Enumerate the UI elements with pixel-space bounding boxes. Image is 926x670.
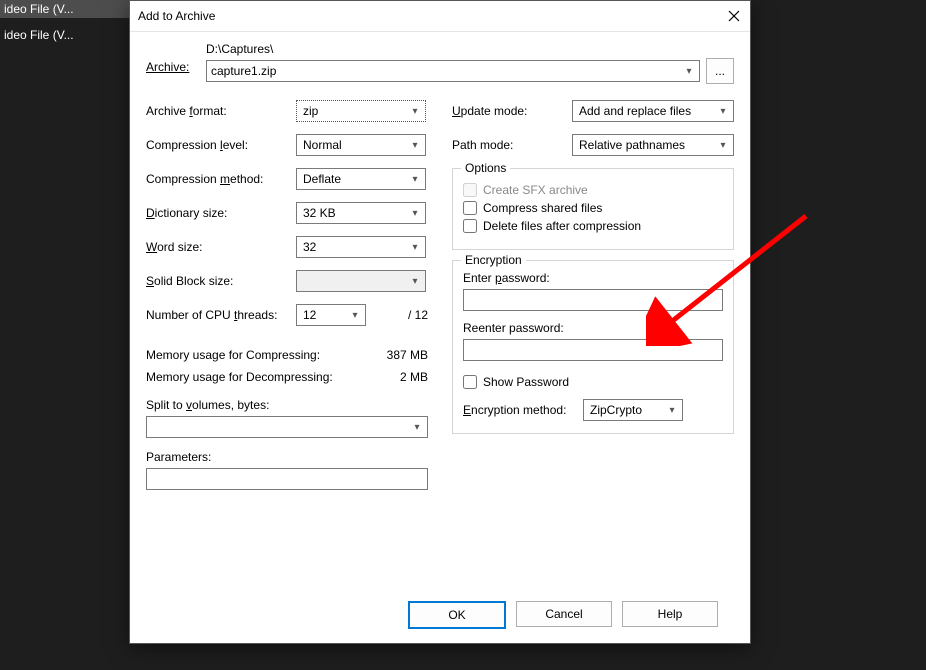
create-sfx-checkbox: [463, 183, 477, 197]
parameters-input[interactable]: [146, 468, 428, 490]
help-button[interactable]: Help: [622, 601, 718, 627]
chevron-down-icon: ▾: [664, 405, 680, 416]
solid-block-size-label: Solid Block size:: [146, 274, 296, 288]
compression-level-label: Compression level:: [146, 138, 296, 152]
encryption-legend: Encryption: [461, 253, 526, 267]
archive-format-select[interactable]: zip ▾: [296, 100, 426, 122]
delete-after-checkbox[interactable]: [463, 219, 477, 233]
chevron-down-icon: ▾: [409, 422, 425, 433]
word-size-label: Word size:: [146, 240, 296, 254]
encryption-method-label: Encryption method:: [463, 403, 583, 417]
compress-shared-checkbox[interactable]: [463, 201, 477, 215]
options-group: Options Create SFX archive Compress shar…: [452, 168, 734, 250]
mem-compress-label: Memory usage for Compressing:: [146, 348, 320, 362]
dialog-title: Add to Archive: [138, 9, 215, 23]
split-volumes-label: Split to volumes, bytes:: [146, 398, 428, 412]
file-name: ideo File (V...: [4, 28, 74, 42]
parameters-label: Parameters:: [146, 450, 428, 464]
archive-label: Archive:: [146, 42, 206, 74]
cpu-threads-select[interactable]: 12 ▾: [296, 304, 366, 326]
browse-button[interactable]: ...: [706, 58, 734, 84]
mem-decompress-value: 2 MB: [400, 370, 428, 384]
solid-block-size-select: ▾: [296, 270, 426, 292]
path-mode-label: Path mode:: [452, 138, 572, 152]
compression-level-select[interactable]: Normal ▾: [296, 134, 426, 156]
chevron-down-icon: ▾: [715, 106, 731, 117]
archive-format-label: Archive format:: [146, 104, 296, 118]
cpu-threads-label: Number of CPU threads:: [146, 308, 296, 322]
update-mode-label: Update mode:: [452, 104, 572, 118]
dictionary-size-label: Dictionary size:: [146, 206, 296, 220]
ok-button[interactable]: OK: [408, 601, 506, 629]
split-volumes-combo[interactable]: ▾: [146, 416, 428, 438]
mem-decompress-label: Memory usage for Decompressing:: [146, 370, 333, 384]
archive-file-combo[interactable]: capture1.zip ▾: [206, 60, 700, 82]
close-icon: [728, 10, 740, 22]
compression-method-select[interactable]: Deflate ▾: [296, 168, 426, 190]
titlebar: Add to Archive: [130, 1, 750, 32]
file-name: ideo File (V...: [4, 2, 74, 16]
chevron-down-icon: ▾: [407, 140, 423, 151]
chevron-down-icon: ▾: [407, 208, 423, 219]
close-button[interactable]: [726, 8, 742, 24]
dictionary-size-select[interactable]: 32 KB ▾: [296, 202, 426, 224]
compress-shared-checkbox-row[interactable]: Compress shared files: [463, 201, 723, 215]
chevron-down-icon: ▾: [407, 242, 423, 253]
chevron-down-icon: ▾: [407, 106, 423, 117]
mem-compress-value: 387 MB: [387, 348, 428, 362]
encryption-group: Encryption Enter password: Reenter passw…: [452, 260, 734, 434]
archive-path-text: D:\Captures\: [206, 42, 734, 56]
chevron-down-icon: ▾: [681, 66, 697, 77]
reenter-password-label: Reenter password:: [463, 321, 723, 335]
cancel-button[interactable]: Cancel: [516, 601, 612, 627]
update-mode-select[interactable]: Add and replace files ▾: [572, 100, 734, 122]
chevron-down-icon: ▾: [407, 174, 423, 185]
archive-file-value: capture1.zip: [211, 64, 276, 78]
encryption-method-select[interactable]: ZipCrypto ▾: [583, 399, 683, 421]
reenter-password-input[interactable]: [463, 339, 723, 361]
add-to-archive-dialog: Add to Archive Archive: D:\Captures\ cap…: [129, 0, 751, 644]
enter-password-input[interactable]: [463, 289, 723, 311]
show-password-checkbox-row[interactable]: Show Password: [463, 375, 723, 389]
chevron-down-icon: ▾: [715, 140, 731, 151]
options-legend: Options: [461, 161, 510, 175]
chevron-down-icon: ▾: [407, 276, 423, 287]
create-sfx-checkbox-row: Create SFX archive: [463, 183, 723, 197]
path-mode-select[interactable]: Relative pathnames ▾: [572, 134, 734, 156]
chevron-down-icon: ▾: [347, 310, 363, 321]
compression-method-label: Compression method:: [146, 172, 296, 186]
enter-password-label: Enter password:: [463, 271, 723, 285]
word-size-select[interactable]: 32 ▾: [296, 236, 426, 258]
cpu-threads-total: / 12: [408, 308, 428, 322]
delete-after-checkbox-row[interactable]: Delete files after compression: [463, 219, 723, 233]
show-password-checkbox[interactable]: [463, 375, 477, 389]
